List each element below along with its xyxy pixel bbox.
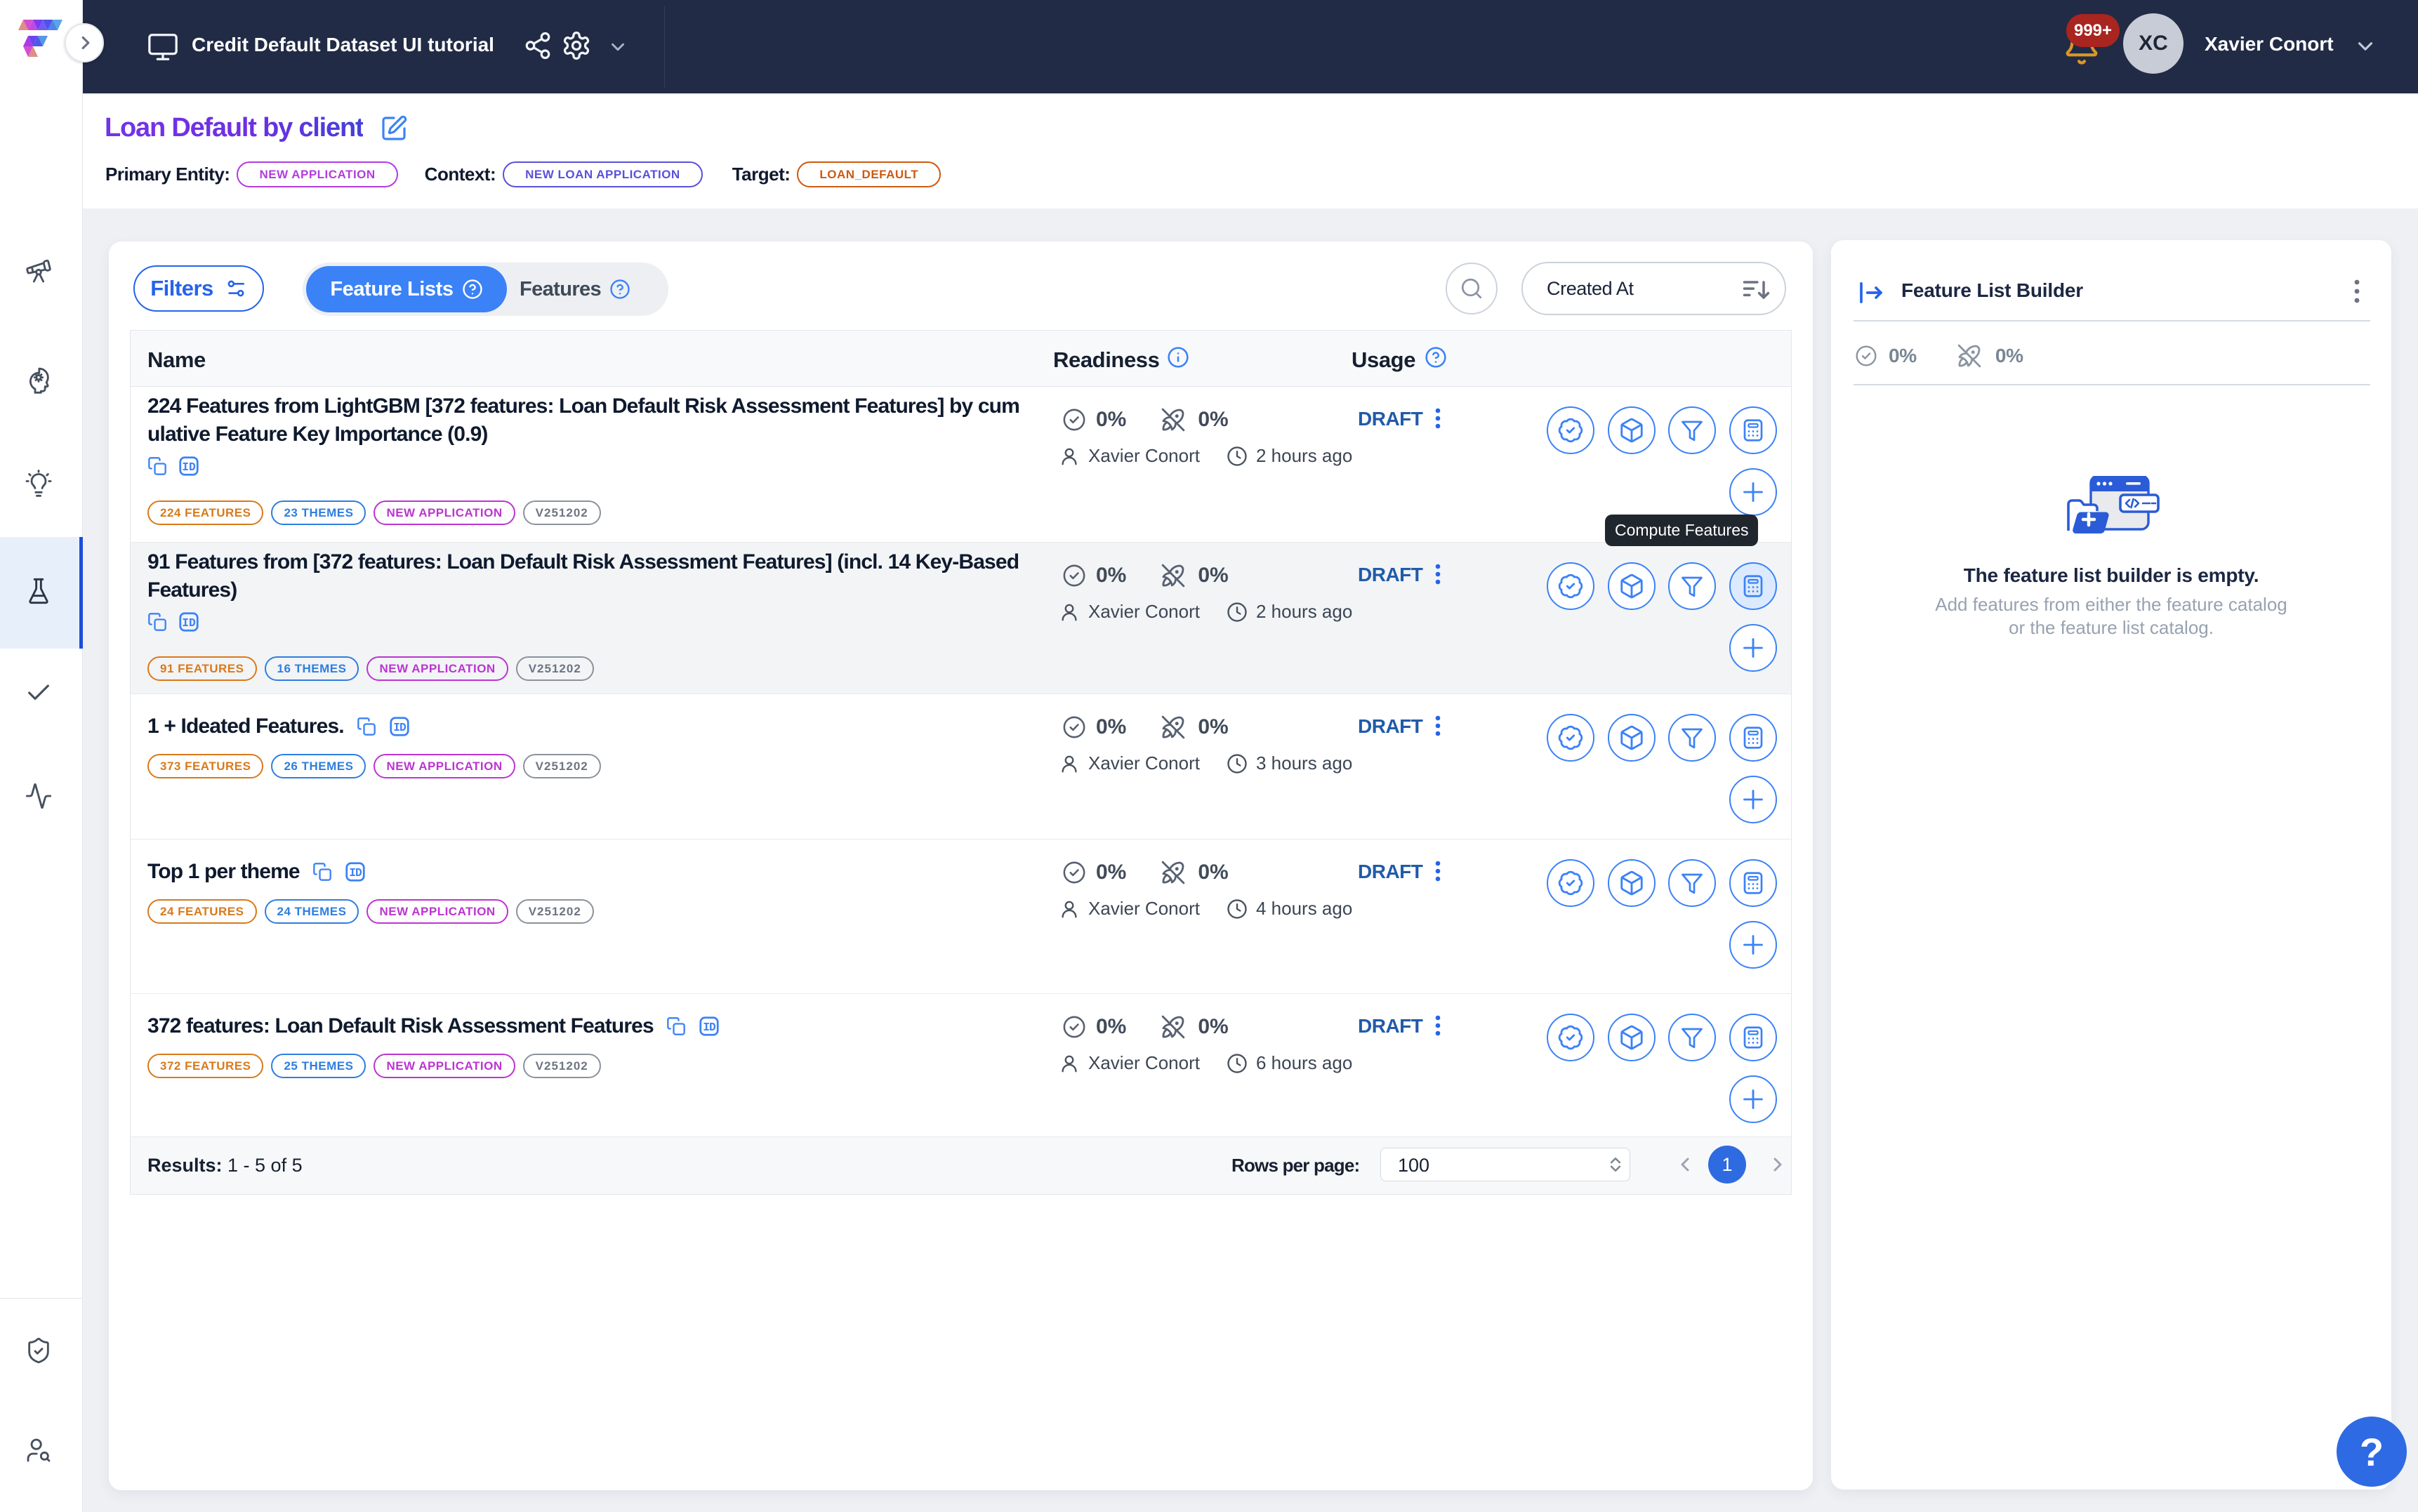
svg-text:ID: ID (182, 616, 196, 630)
svg-text:ID: ID (393, 721, 407, 734)
svg-text:ID: ID (703, 1021, 716, 1034)
svg-text:ID: ID (182, 460, 196, 474)
svg-text:ID: ID (349, 866, 362, 880)
